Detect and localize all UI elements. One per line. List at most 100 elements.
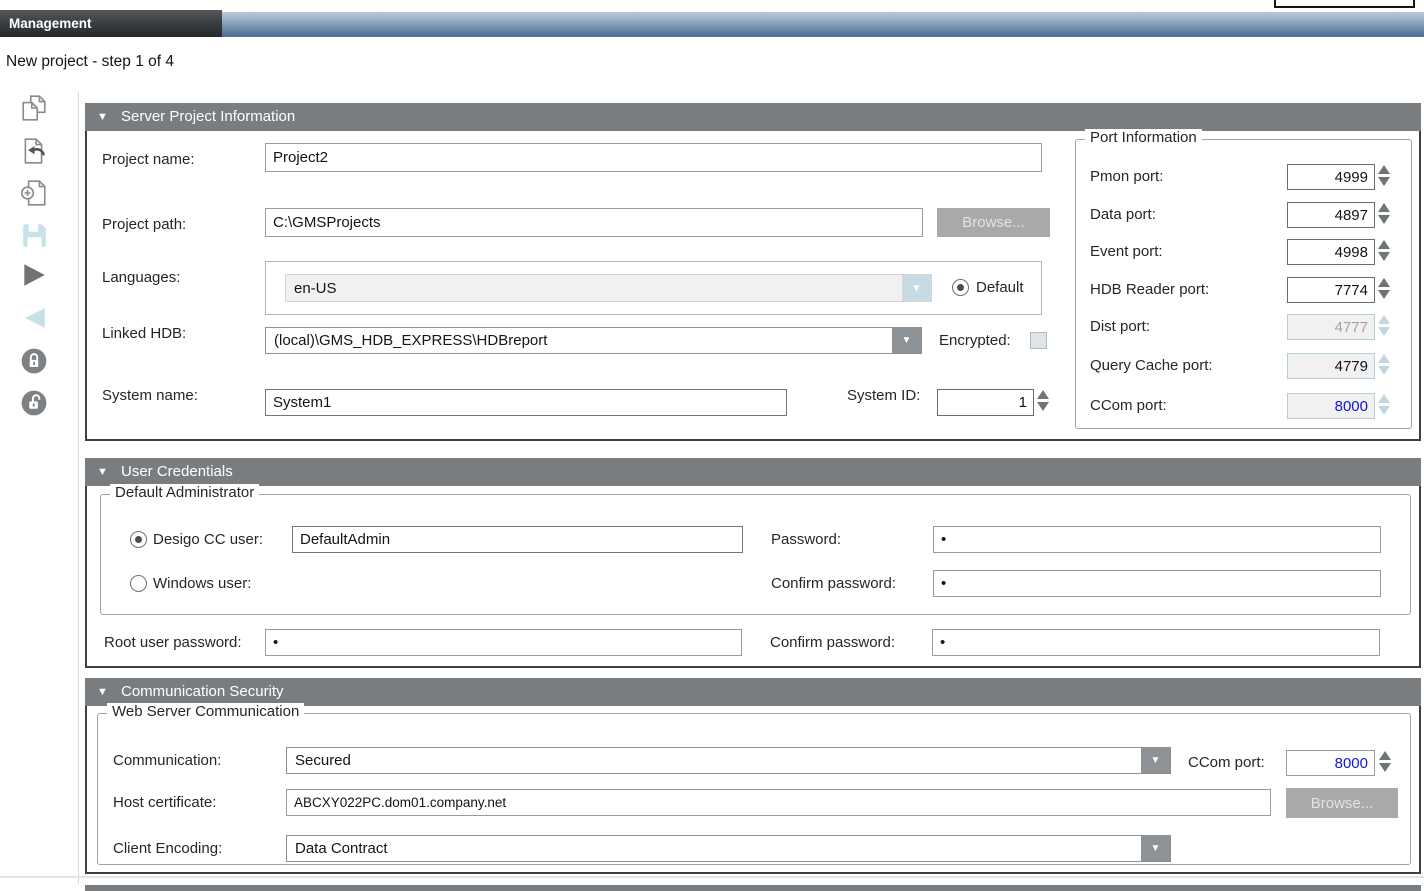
language-default-radio[interactable] bbox=[952, 279, 969, 296]
event-port-spinner[interactable] bbox=[1378, 240, 1392, 261]
chevron-down-icon[interactable]: ▼ bbox=[902, 275, 931, 301]
query-cache-port-spinner[interactable] bbox=[1378, 354, 1392, 375]
hdb-reader-port-input[interactable] bbox=[1287, 277, 1375, 303]
lock-icon[interactable] bbox=[20, 347, 48, 375]
communication-label: Communication: bbox=[113, 747, 221, 774]
section-header-communication-security[interactable]: ▼ Communication Security bbox=[85, 678, 1421, 706]
new-document-icon[interactable] bbox=[20, 179, 48, 207]
password-input[interactable] bbox=[933, 526, 1381, 553]
host-certificate-label: Host certificate: bbox=[113, 789, 216, 816]
toolbar-divider bbox=[78, 92, 79, 884]
section-header-user-credentials[interactable]: ▼ User Credentials bbox=[85, 458, 1421, 486]
host-certificate-browse-button[interactable]: Browse... bbox=[1286, 788, 1398, 818]
ccom-port-input-ws[interactable] bbox=[1286, 750, 1375, 776]
event-port-input[interactable] bbox=[1287, 239, 1375, 265]
dist-port-spinner bbox=[1378, 315, 1392, 336]
truncated-top-control[interactable] bbox=[1274, 0, 1415, 8]
port-label: Dist port: bbox=[1090, 314, 1150, 340]
spinner-up-icon[interactable] bbox=[1037, 390, 1049, 399]
confirm-password-label: Confirm password: bbox=[771, 570, 896, 597]
system-id-spinner-arrows[interactable] bbox=[1037, 390, 1051, 411]
languages-group-box: en-US ▼ Default bbox=[265, 261, 1042, 315]
section-body-user-credentials: Default Administrator Desigo CC user: Pa… bbox=[85, 486, 1421, 668]
port-label: Query Cache port: bbox=[1090, 353, 1213, 379]
languages-dropdown[interactable]: en-US ▼ bbox=[285, 274, 932, 302]
confirm-password-input[interactable] bbox=[933, 570, 1381, 597]
pmon-port-input[interactable] bbox=[1287, 164, 1375, 190]
next-section-header-partial[interactable] bbox=[85, 885, 1421, 891]
project-name-label: Project name: bbox=[102, 145, 195, 174]
language-default-label: Default bbox=[976, 274, 1024, 302]
collapse-triangle-icon[interactable]: ▼ bbox=[97, 678, 108, 706]
section-body-communication-security: Web Server Communication Communication: … bbox=[85, 706, 1421, 874]
web-server-communication-title: Web Server Communication bbox=[107, 703, 304, 720]
root-password-label: Root user password: bbox=[104, 629, 242, 656]
tab-strip-background bbox=[222, 12, 1424, 37]
chevron-down-icon[interactable]: ▼ bbox=[1141, 836, 1170, 861]
spinner-down-icon[interactable] bbox=[1037, 402, 1049, 411]
hdb-reader-port-spinner[interactable] bbox=[1378, 278, 1392, 299]
project-path-label: Project path: bbox=[102, 210, 186, 239]
linked-hdb-value: (local)\GMS_HDB_EXPRESS\HDBreport bbox=[274, 328, 547, 353]
copy-document-icon[interactable] bbox=[20, 94, 48, 122]
chevron-down-icon[interactable]: ▼ bbox=[892, 328, 921, 353]
desigo-cc-user-label: Desigo CC user: bbox=[153, 526, 263, 553]
root-confirm-password-input[interactable] bbox=[932, 629, 1380, 656]
port-label: HDB Reader port: bbox=[1090, 277, 1209, 303]
languages-value: en-US bbox=[294, 275, 337, 301]
linked-hdb-label: Linked HDB: bbox=[102, 320, 186, 347]
query-cache-port-input[interactable] bbox=[1287, 353, 1375, 379]
windows-user-radio[interactable] bbox=[130, 575, 147, 592]
tab-management[interactable]: Management bbox=[0, 10, 222, 37]
project-path-browse-button[interactable]: Browse... bbox=[937, 208, 1050, 237]
communication-value: Secured bbox=[295, 748, 351, 773]
ccom-port-ws-spinner[interactable] bbox=[1379, 751, 1393, 772]
section-title: User Credentials bbox=[121, 458, 233, 486]
ccom-port-spinner[interactable] bbox=[1378, 394, 1392, 415]
desigo-cc-user-radio[interactable] bbox=[130, 531, 147, 548]
project-path-input[interactable] bbox=[265, 208, 923, 237]
dist-port-input bbox=[1287, 314, 1375, 340]
project-name-input[interactable] bbox=[265, 143, 1042, 172]
ccom-port-input[interactable] bbox=[1287, 393, 1375, 419]
section-header-server-project[interactable]: ▼ Server Project Information bbox=[85, 103, 1421, 131]
root-password-input[interactable] bbox=[265, 629, 742, 656]
port-label: Data port: bbox=[1090, 202, 1156, 228]
chevron-down-icon[interactable]: ▼ bbox=[1141, 748, 1170, 773]
data-port-input[interactable] bbox=[1287, 202, 1375, 228]
bottom-divider bbox=[0, 876, 1424, 878]
section-title: Server Project Information bbox=[121, 103, 295, 131]
unlock-icon[interactable] bbox=[20, 389, 48, 417]
system-id-label: System ID: bbox=[847, 382, 920, 409]
linked-hdb-dropdown[interactable]: (local)\GMS_HDB_EXPRESS\HDBreport ▼ bbox=[265, 327, 922, 354]
client-encoding-label: Client Encoding: bbox=[113, 835, 222, 862]
default-administrator-title: Default Administrator bbox=[110, 484, 259, 501]
root-confirm-password-label: Confirm password: bbox=[770, 629, 895, 656]
default-administrator-group: Default Administrator Desigo CC user: Pa… bbox=[100, 494, 1411, 615]
application-window: Management New project - step 1 of 4 bbox=[0, 0, 1424, 891]
section-title: Communication Security bbox=[121, 678, 284, 706]
encrypted-checkbox[interactable] bbox=[1030, 332, 1047, 349]
communication-dropdown[interactable]: Secured ▼ bbox=[286, 747, 1171, 774]
run-icon[interactable] bbox=[20, 261, 48, 289]
port-label: CCom port: bbox=[1090, 393, 1167, 419]
system-name-label: System name: bbox=[102, 382, 198, 409]
desigo-cc-user-input[interactable] bbox=[292, 526, 743, 553]
data-port-spinner[interactable] bbox=[1378, 203, 1392, 224]
save-icon[interactable] bbox=[20, 221, 48, 249]
collapse-triangle-icon[interactable]: ▼ bbox=[97, 458, 108, 486]
page-title: New project - step 1 of 4 bbox=[6, 53, 174, 71]
encrypted-label: Encrypted: bbox=[939, 327, 1011, 354]
collapse-triangle-icon[interactable]: ▼ bbox=[97, 103, 108, 131]
import-document-icon[interactable] bbox=[20, 137, 48, 165]
system-name-input[interactable] bbox=[265, 389, 787, 416]
pmon-port-spinner[interactable] bbox=[1378, 165, 1392, 186]
port-information-group: Port Information Pmon port: Data port: E… bbox=[1075, 139, 1412, 429]
host-certificate-input[interactable] bbox=[286, 789, 1271, 816]
languages-label: Languages: bbox=[102, 263, 180, 292]
back-icon[interactable] bbox=[20, 304, 48, 332]
system-id-input[interactable] bbox=[937, 389, 1034, 416]
password-label: Password: bbox=[771, 526, 841, 553]
port-information-title: Port Information bbox=[1085, 129, 1202, 146]
client-encoding-dropdown[interactable]: Data Contract ▼ bbox=[286, 835, 1171, 862]
